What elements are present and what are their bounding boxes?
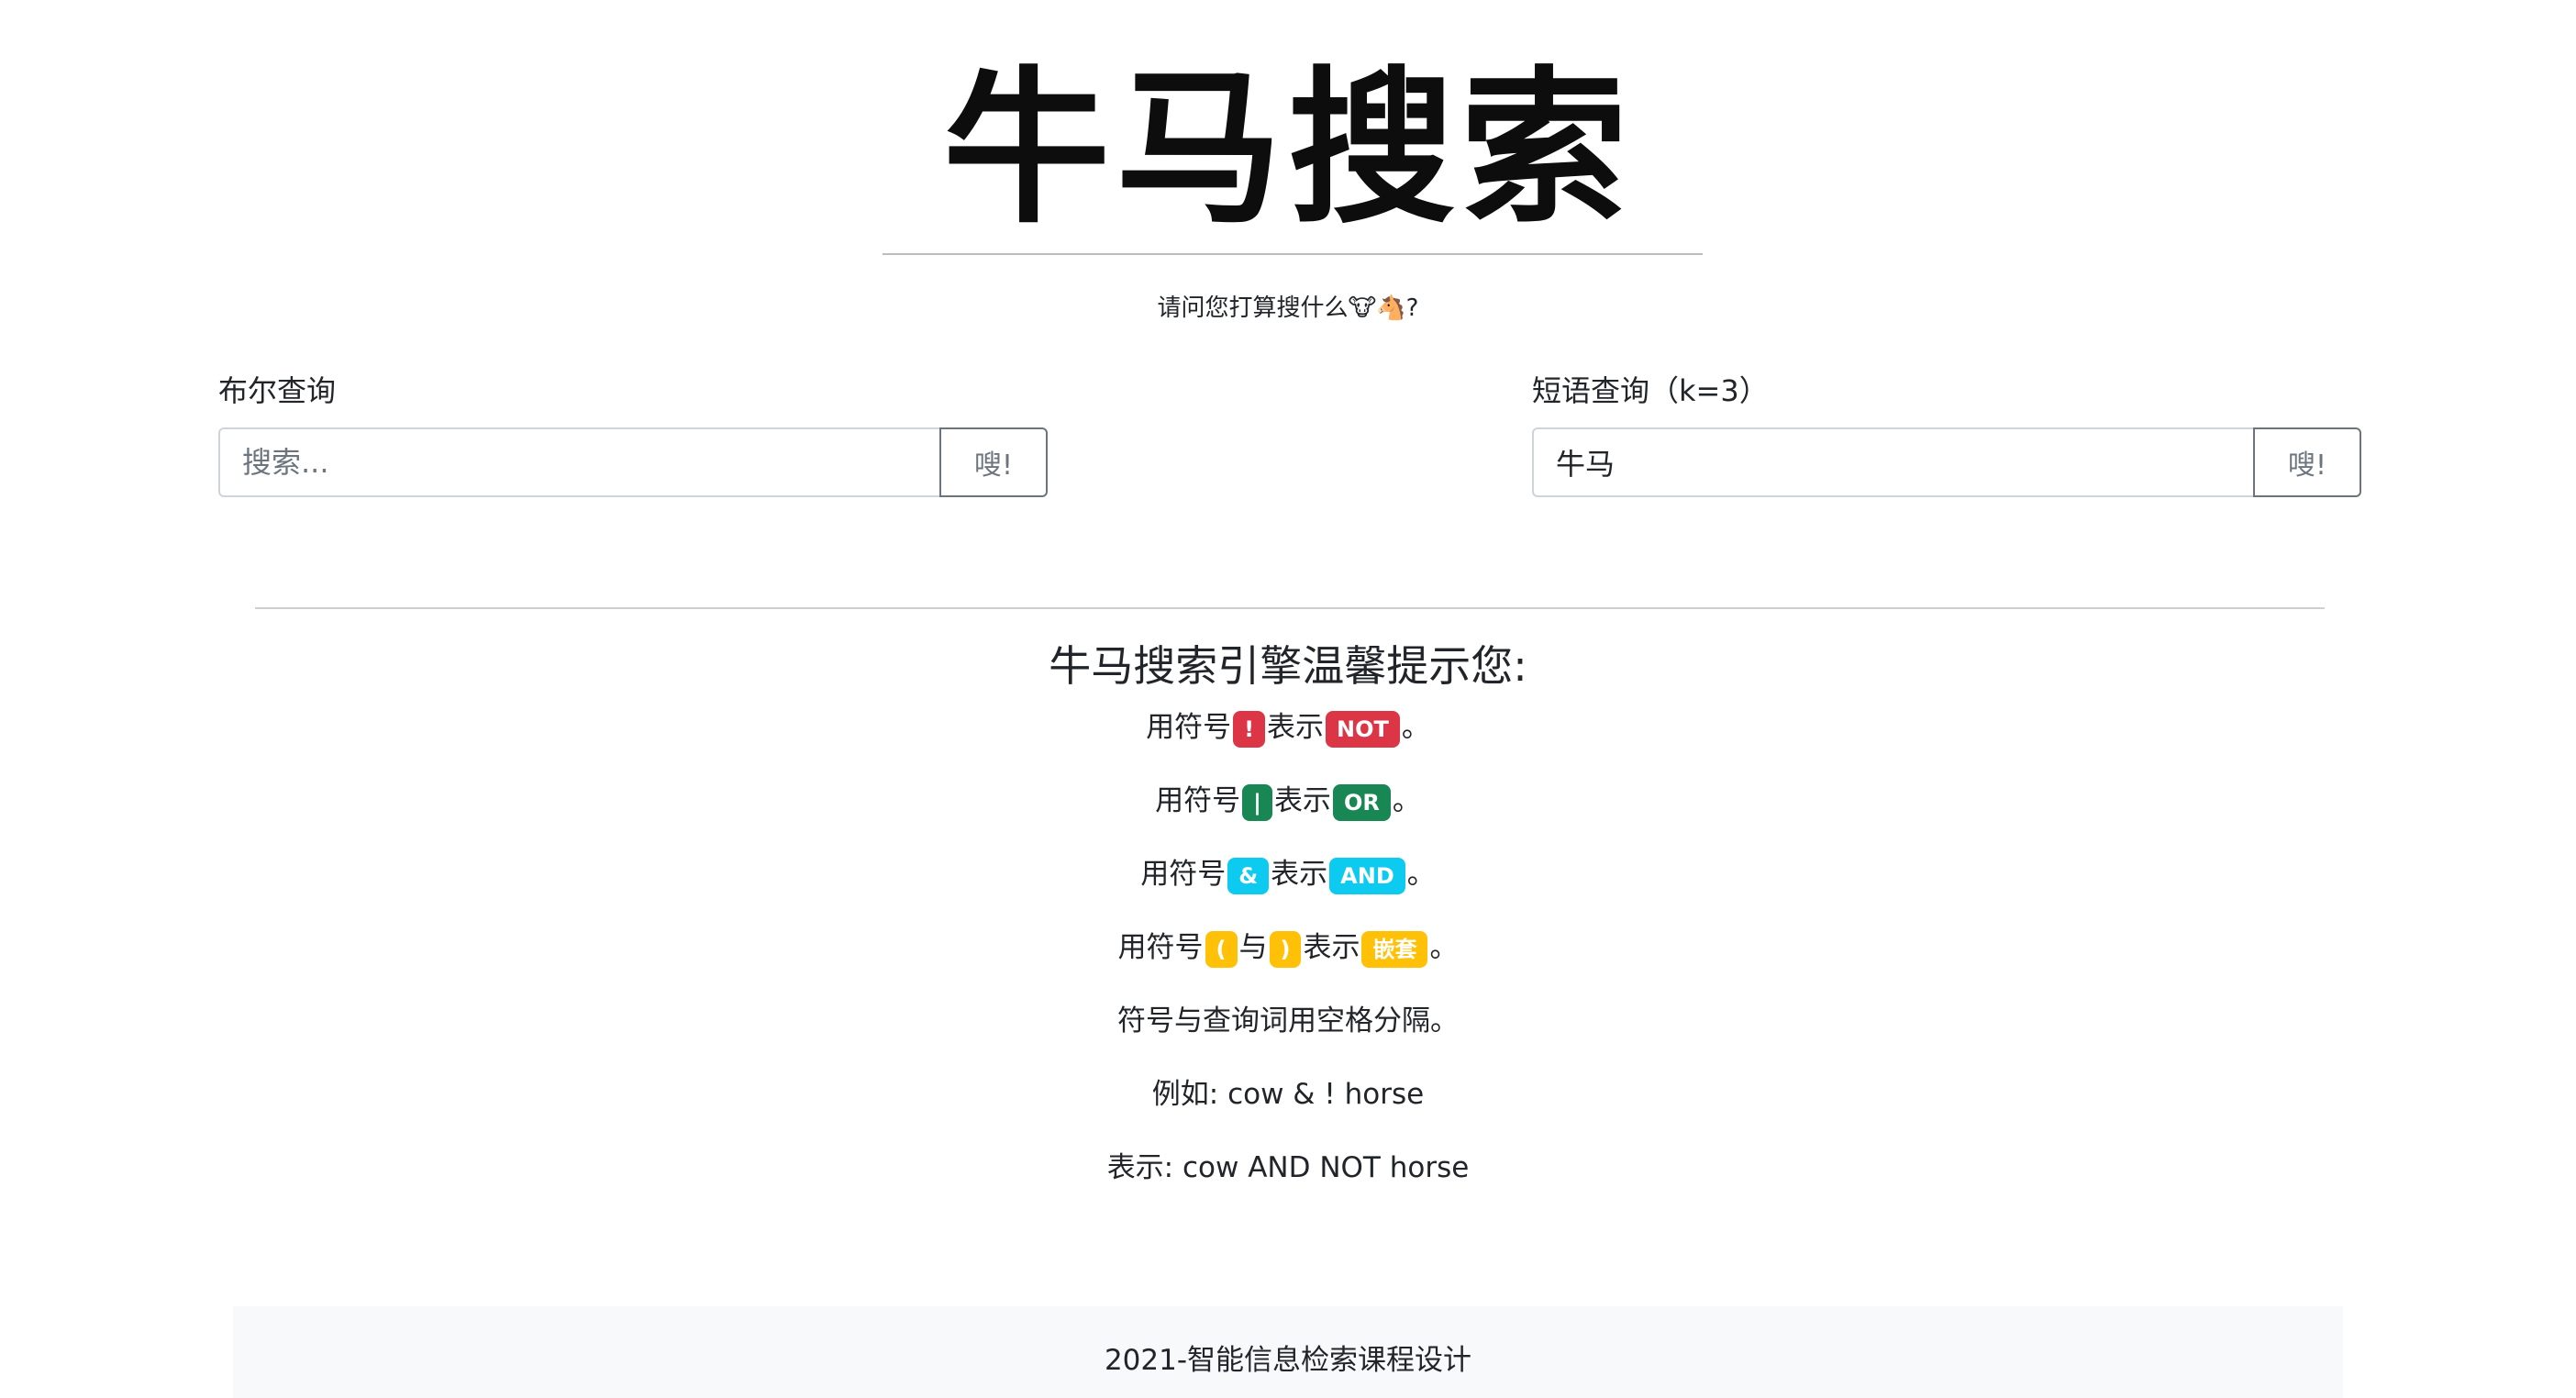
symbol-badge: ) [1269,930,1302,968]
tip-example: 例如: cow & ! horse [1151,1078,1425,1111]
boolean-query-input-group: 嗖! [218,427,1048,497]
tip-text: 表示 [1267,711,1325,744]
tip-text: 用符号 [1146,711,1232,744]
operator-badge: OR [1332,783,1391,821]
boolean-query-input[interactable] [218,427,939,497]
tip-text: 。 [1406,858,1436,891]
tip-or: 用符号 | 表示 OR。 [0,778,2576,824]
page: 牛马搜索 请问您打算搜什么🐮🐴? 布尔查询 嗖! 短语查询（k=3） 嗖! 牛马… [0,0,2576,1398]
operator-badge: NOT [1326,710,1400,748]
footer: 2021-智能信息检索课程设计 [233,1306,2343,1398]
operator-badge: 嵌套 [1361,930,1428,968]
tip-separator: 符号与查询词用空格分隔。 [1117,1004,1459,1037]
symbol-badge: ( [1205,930,1238,968]
phrase-query-label: 短语查询（k=3） [1532,373,1769,408]
section-divider [255,607,2325,609]
tip-example-meaning: 表示: cow AND NOT horse [1106,1151,1470,1184]
symbol-badge: ! [1233,710,1266,748]
phrase-query-input[interactable] [1532,427,2253,497]
phrase-search-button[interactable]: 嗖! [2253,427,2361,497]
tip-text: 表示 [1271,858,1328,891]
symbol-badge: & [1227,857,1270,894]
tip-text: 。 [1429,931,1459,964]
tip-text: 表示 [1303,931,1360,964]
footer-text: 2021-智能信息检索课程设计 [1104,1344,1472,1377]
search-prompt: 请问您打算搜什么🐮🐴? [1157,294,1419,322]
symbol-badge: | [1242,783,1272,821]
tip-text: 表示 [1273,784,1331,817]
phrase-query-input-group: 嗖! [1532,427,2361,497]
tip-text: 用符号 [1140,858,1227,891]
tip-text: 。 [1392,784,1421,817]
phrase-query-section: 短语查询（k=3） 嗖! [1532,367,2361,497]
tip-text: 用符号 [1117,931,1204,964]
tip-not: 用符号! 表示 NOT。 [0,705,2576,750]
operator-badge: AND [1329,857,1405,894]
boolean-query-section: 布尔查询 嗖! [218,367,1048,497]
site-logo: 牛马搜索 [943,51,1633,246]
tip-text: 用符号 [1155,784,1241,817]
boolean-search-button[interactable]: 嗖! [939,427,1048,497]
tip-text: 。 [1401,711,1430,744]
tips-title: 牛马搜索引擎温馨提示您: [1049,641,1527,691]
tip-text: 与 [1238,931,1268,964]
tip-nesting: 用符号(与) 表示 嵌套。 [0,925,2576,971]
tip-and: 用符号 & 表示 AND。 [0,851,2576,897]
header-divider [883,253,1703,255]
boolean-query-label: 布尔查询 [218,373,337,408]
